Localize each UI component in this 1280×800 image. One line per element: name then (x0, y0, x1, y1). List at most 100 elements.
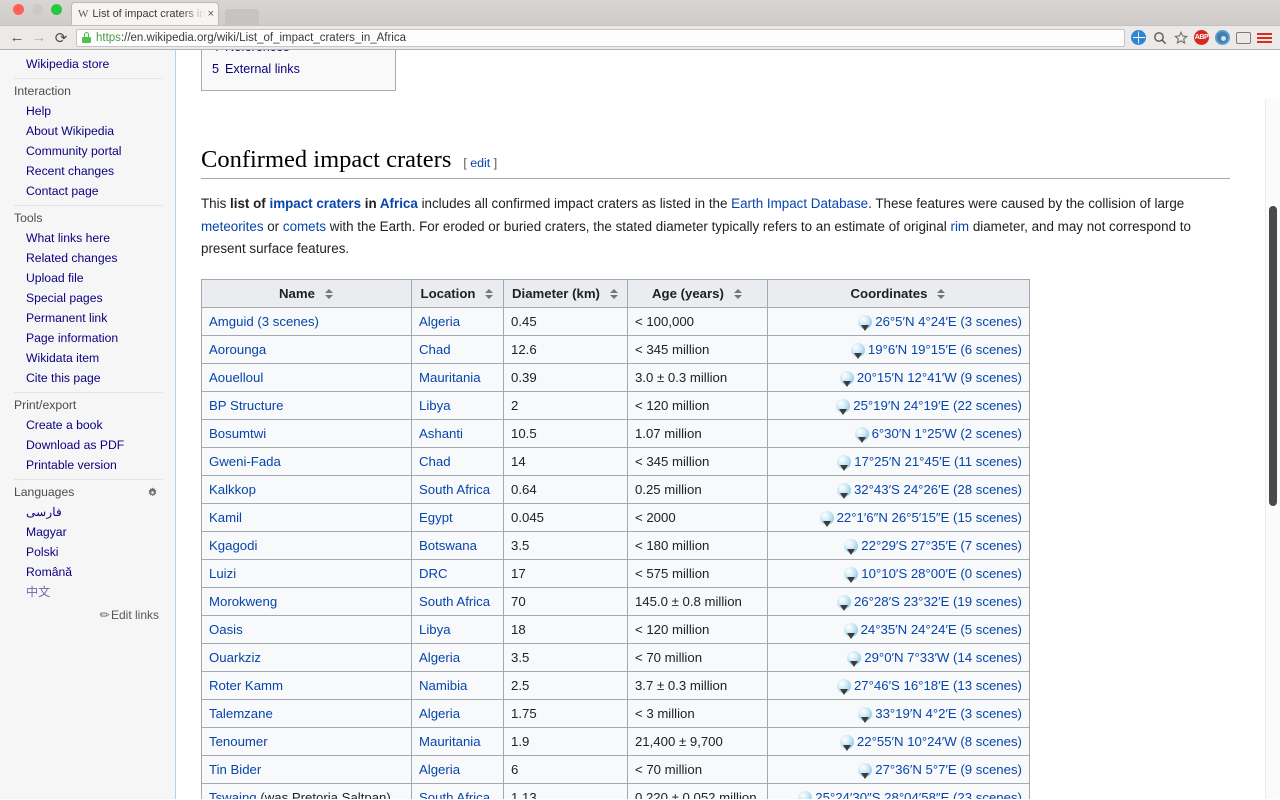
link-earth-impact-database[interactable]: Earth Impact Database (731, 196, 868, 211)
location-link[interactable]: Libya (419, 398, 451, 413)
maximize-window-button[interactable] (51, 4, 62, 15)
sidebar-item-community-portal[interactable]: Community portal (0, 141, 175, 161)
toc-item-references[interactable]: 4References (212, 50, 385, 58)
crater-link[interactable]: Aouelloul (209, 370, 263, 385)
toc-item-external-links[interactable]: 5 External links (212, 58, 385, 80)
close-icon[interactable]: × (206, 8, 214, 20)
coordinates-link[interactable]: 22°29′S 27°35′E (7 scenes) (861, 538, 1022, 553)
translate-icon[interactable] (1131, 30, 1146, 45)
coordinates-link[interactable]: 6°30′N 1°25′W (2 scenes) (872, 426, 1022, 441)
coordinates-link[interactable]: 22°55′N 10°24′W (8 scenes) (857, 734, 1022, 749)
sidebar-item-wikipedia-store[interactable]: Wikipedia store (0, 54, 175, 74)
coordinates-link[interactable]: 33°19′N 4°2′E (3 scenes) (875, 706, 1022, 721)
sidebar-item-wikidata-item[interactable]: Wikidata item (0, 348, 175, 368)
search-icon[interactable] (1152, 30, 1167, 45)
location-link[interactable]: Libya (419, 622, 451, 637)
column-header-location[interactable]: Location (411, 278, 504, 308)
edit-link[interactable]: edit (470, 156, 490, 170)
coordinates-link[interactable]: 22°1′6″N 26°5′15″E (15 scenes) (837, 510, 1022, 525)
sidebar-item-permanent-link[interactable]: Permanent link (0, 308, 175, 328)
crater-link[interactable]: Kamil (209, 510, 242, 525)
sidebar-item-cite-this-page[interactable]: Cite this page (0, 368, 175, 388)
sidebar-item-what-links-here[interactable]: What links here (0, 228, 175, 248)
sidebar-lang-zh[interactable]: 中文 (0, 582, 175, 602)
location-link[interactable]: Algeria (419, 650, 460, 665)
location-link[interactable]: Ashanti (419, 426, 463, 441)
crater-link[interactable]: Bosumtwi (209, 426, 266, 441)
sidebar-lang-polski[interactable]: Polski (0, 542, 175, 562)
coordinates-link[interactable]: 24°35′N 24°24′E (5 scenes) (861, 622, 1022, 637)
location-link[interactable]: Botswana (419, 538, 477, 553)
crater-link[interactable]: Luizi (209, 566, 236, 581)
location-link[interactable]: Chad (419, 454, 451, 469)
crater-link[interactable]: Tin Bider (209, 762, 261, 777)
sidebar-lang-magyar[interactable]: Magyar (0, 522, 175, 542)
link-impact-craters[interactable]: impact craters (269, 196, 361, 211)
coordinates-link[interactable]: 19°6′N 19°15′E (6 scenes) (868, 342, 1022, 357)
sidebar-item-about-wikipedia[interactable]: About Wikipedia (0, 121, 175, 141)
location-link[interactable]: Algeria (419, 706, 460, 721)
bookmark-star-icon[interactable] (1173, 30, 1188, 45)
chrome-menu-icon[interactable] (1257, 30, 1272, 45)
crater-link[interactable]: Talemzane (209, 706, 273, 721)
sidebar-item-special-pages[interactable]: Special pages (0, 288, 175, 308)
edit-links-row[interactable]: ✎Edit links (0, 602, 175, 623)
sidebar-item-page-information[interactable]: Page information (0, 328, 175, 348)
coordinates-link[interactable]: 32°43′S 24°26′E (28 scenes) (854, 482, 1022, 497)
location-link[interactable]: Algeria (419, 314, 460, 329)
crater-link[interactable]: Aorounga (209, 342, 266, 357)
sidebar-item-help[interactable]: Help (0, 101, 175, 121)
coordinates-link[interactable]: 27°46′S 16°18′E (13 scenes) (854, 678, 1022, 693)
link-meteorites[interactable]: meteorites (201, 219, 264, 234)
new-tab-button[interactable] (225, 9, 259, 25)
sidebar-item-related-changes[interactable]: Related changes (0, 248, 175, 268)
sidebar-item-contact-page[interactable]: Contact page (0, 181, 175, 201)
column-header-coordinates[interactable]: Coordinates (766, 278, 1030, 308)
crater-link[interactable]: Roter Kamm (209, 678, 283, 693)
column-header-age[interactable]: Age (years) (626, 278, 768, 308)
reload-button[interactable]: ⟳ (50, 28, 72, 48)
coordinates-link[interactable]: 17°25′N 21°45′E (11 scenes) (854, 454, 1022, 469)
crater-link[interactable]: Tenoumer (209, 734, 268, 749)
address-bar[interactable]: https://en.wikipedia.org/wiki/List_of_im… (76, 28, 1125, 47)
column-header-name[interactable]: Name (201, 278, 412, 308)
crater-link[interactable]: Amguid (3 scenes) (209, 314, 319, 329)
coordinates-link[interactable]: 27°36′N 5°7′E (9 scenes) (875, 762, 1022, 777)
location-link[interactable]: Namibia (419, 678, 467, 693)
crater-link[interactable]: Gweni-Fada (209, 454, 281, 469)
coordinates-link[interactable]: 29°0′N 7°33′W (14 scenes) (864, 650, 1022, 665)
sidebar-item-download-as-pdf[interactable]: Download as PDF (0, 435, 175, 455)
crater-link[interactable]: Kgagodi (209, 538, 257, 553)
location-link[interactable]: Mauritania (419, 370, 481, 385)
sidebar-lang-romana[interactable]: Română (0, 562, 175, 582)
location-link[interactable]: South Africa (419, 482, 490, 497)
crater-link[interactable]: Morokweng (209, 594, 277, 609)
gear-icon[interactable] (146, 486, 159, 499)
location-link[interactable]: Algeria (419, 762, 460, 777)
sidebar-item-create-a-book[interactable]: Create a book (0, 415, 175, 435)
location-link[interactable]: DRC (419, 566, 448, 581)
forward-button[interactable]: → (28, 28, 50, 48)
coordinates-link[interactable]: 25°19′N 24°19′E (22 scenes) (853, 398, 1022, 413)
extension-blue-circle-icon[interactable] (1215, 30, 1230, 45)
location-link[interactable]: South Africa (419, 790, 490, 799)
adblock-plus-icon[interactable]: ABP (1194, 30, 1209, 45)
crater-link[interactable]: Ouarkziz (209, 650, 261, 665)
page-scrollbar[interactable] (1265, 99, 1280, 799)
link-africa[interactable]: Africa (380, 196, 418, 211)
back-button[interactable]: ← (6, 28, 28, 48)
crater-link[interactable]: Kalkkop (209, 482, 256, 497)
sidebar-lang-fa[interactable]: فارسی (0, 502, 175, 522)
browser-tab[interactable]: W List of impact craters in Afr × (71, 2, 219, 25)
crater-link[interactable]: Oasis (209, 622, 243, 637)
crater-link[interactable]: BP Structure (209, 398, 284, 413)
coordinates-link[interactable]: 25°24′30″S 28°04′58″E (23 scenes) (815, 790, 1022, 799)
link-comets[interactable]: comets (283, 219, 326, 234)
sidebar-item-recent-changes[interactable]: Recent changes (0, 161, 175, 181)
location-link[interactable]: South Africa (419, 594, 490, 609)
crater-link[interactable]: Tswaing (209, 790, 257, 799)
sidebar-item-upload-file[interactable]: Upload file (0, 268, 175, 288)
coordinates-link[interactable]: 20°15′N 12°41′W (9 scenes) (857, 370, 1022, 385)
coordinates-link[interactable]: 26°28′S 23°32′E (19 scenes) (854, 594, 1022, 609)
close-window-button[interactable] (13, 4, 24, 15)
